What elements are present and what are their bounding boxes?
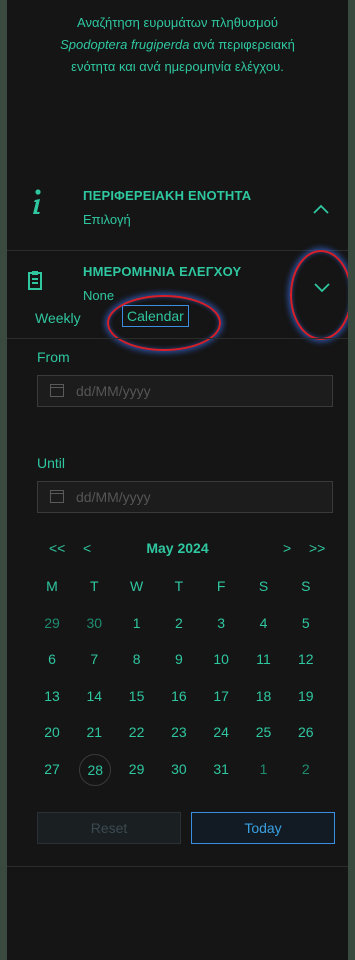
until-field[interactable] — [37, 481, 333, 513]
day-cell[interactable]: 4 — [243, 609, 285, 637]
until-label: Until — [37, 455, 66, 471]
day-cell[interactable]: 2 — [285, 755, 327, 783]
until-input[interactable] — [76, 482, 316, 512]
filter-panel: Αναζήτηση ευρυμάτων πληθυσμού Spodoptera… — [7, 0, 348, 960]
weekday-header: S — [258, 578, 269, 594]
weekday-header: S — [301, 578, 311, 594]
intro-line-3: ενότητα και ανά ημερομηνία ελέγχου. — [71, 59, 284, 74]
highlight-ring-calendar — [107, 295, 221, 351]
next-month-button[interactable]: > — [283, 540, 291, 556]
day-cell[interactable]: 19 — [285, 682, 327, 710]
day-cell[interactable]: 6 — [31, 645, 73, 673]
day-cell[interactable]: 23 — [158, 718, 200, 746]
region-subtitle: Επιλογή — [83, 212, 131, 227]
intro-line-1: Αναζήτηση ευρυμάτων πληθυσμού — [77, 15, 278, 30]
region-section-header[interactable]: ΠΕΡΙΦΕΡΕΙΑΚΗ ΕΝΟΤΗΤΑ Επιλογή — [7, 178, 348, 246]
day-cell[interactable]: 11 — [243, 645, 285, 673]
day-cell[interactable]: 22 — [116, 718, 158, 746]
day-cell[interactable]: 8 — [116, 645, 158, 673]
day-cell[interactable]: 26 — [285, 718, 327, 746]
day-cell[interactable]: 30 — [73, 609, 115, 637]
left-edge — [0, 0, 7, 960]
day-cell[interactable]: 2 — [158, 609, 200, 637]
date-title: ΗΜΕΡΟΜΗΝΙΑ ΕΛΕΓΧΟΥ — [83, 264, 242, 279]
day-cell[interactable]: 7 — [73, 645, 115, 673]
clipboard-icon — [28, 270, 42, 295]
intro-line-2-rest: ανά περιφερειακή — [189, 37, 295, 52]
divider — [7, 866, 348, 867]
weekday-header: T — [174, 578, 184, 594]
day-cell[interactable]: 15 — [116, 682, 158, 710]
day-cell[interactable]: 14 — [73, 682, 115, 710]
day-cell[interactable]: 18 — [243, 682, 285, 710]
intro-line-2: Spodoptera frugiperda ανά περιφερειακή — [7, 34, 348, 56]
day-cell[interactable]: 25 — [243, 718, 285, 746]
day-cell[interactable]: 3 — [200, 609, 242, 637]
weekday-header: T — [90, 578, 99, 594]
day-cell[interactable]: 1 — [116, 609, 158, 637]
day-cell[interactable]: 29 — [31, 609, 73, 637]
day-cell[interactable]: 12 — [285, 645, 327, 673]
region-title: ΠΕΡΙΦΕΡΕΙΑΚΗ ΕΝΟΤΗΤΑ — [83, 188, 252, 203]
weekday-header: W — [129, 578, 144, 594]
from-label: From — [37, 349, 70, 365]
month-label: May 2024 — [146, 540, 209, 556]
day-cell[interactable]: 16 — [158, 682, 200, 710]
day-cell[interactable]: 1 — [243, 755, 285, 783]
day-cell[interactable]: 30 — [158, 755, 200, 783]
info-icon — [31, 188, 43, 221]
day-cell[interactable]: 20 — [31, 718, 73, 746]
tab-weekly[interactable]: Weekly — [35, 310, 81, 326]
divider — [7, 250, 348, 251]
day-cell[interactable]: 9 — [158, 645, 200, 673]
day-cell-today[interactable]: 28 — [79, 753, 112, 786]
chevron-up-icon[interactable] — [311, 202, 331, 216]
day-cell[interactable]: 31 — [200, 755, 242, 783]
day-cell[interactable]: 17 — [200, 682, 242, 710]
from-field[interactable] — [37, 375, 333, 407]
calendar-icon — [50, 490, 64, 503]
weekday-header: F — [216, 578, 226, 594]
next-year-button[interactable]: >> — [309, 540, 325, 556]
divider — [7, 338, 348, 339]
day-cell[interactable]: 27 — [31, 755, 73, 783]
day-cell[interactable]: 29 — [116, 755, 158, 783]
from-input[interactable] — [76, 376, 316, 406]
reset-button[interactable]: Reset — [37, 812, 181, 844]
species-name: Spodoptera frugiperda — [60, 37, 190, 52]
day-cell[interactable]: 21 — [73, 718, 115, 746]
calendar-icon — [50, 384, 64, 397]
day-cell[interactable]: 24 — [200, 718, 242, 746]
day-cell[interactable]: 13 — [31, 682, 73, 710]
intro-text: Αναζήτηση ευρυμάτων πληθυσμού Spodoptera… — [7, 12, 348, 78]
day-cell[interactable]: 10 — [200, 645, 242, 673]
day-cell[interactable]: 5 — [285, 609, 327, 637]
right-edge — [348, 0, 355, 960]
weekday-header: M — [46, 578, 58, 594]
today-button[interactable]: Today — [191, 812, 335, 844]
